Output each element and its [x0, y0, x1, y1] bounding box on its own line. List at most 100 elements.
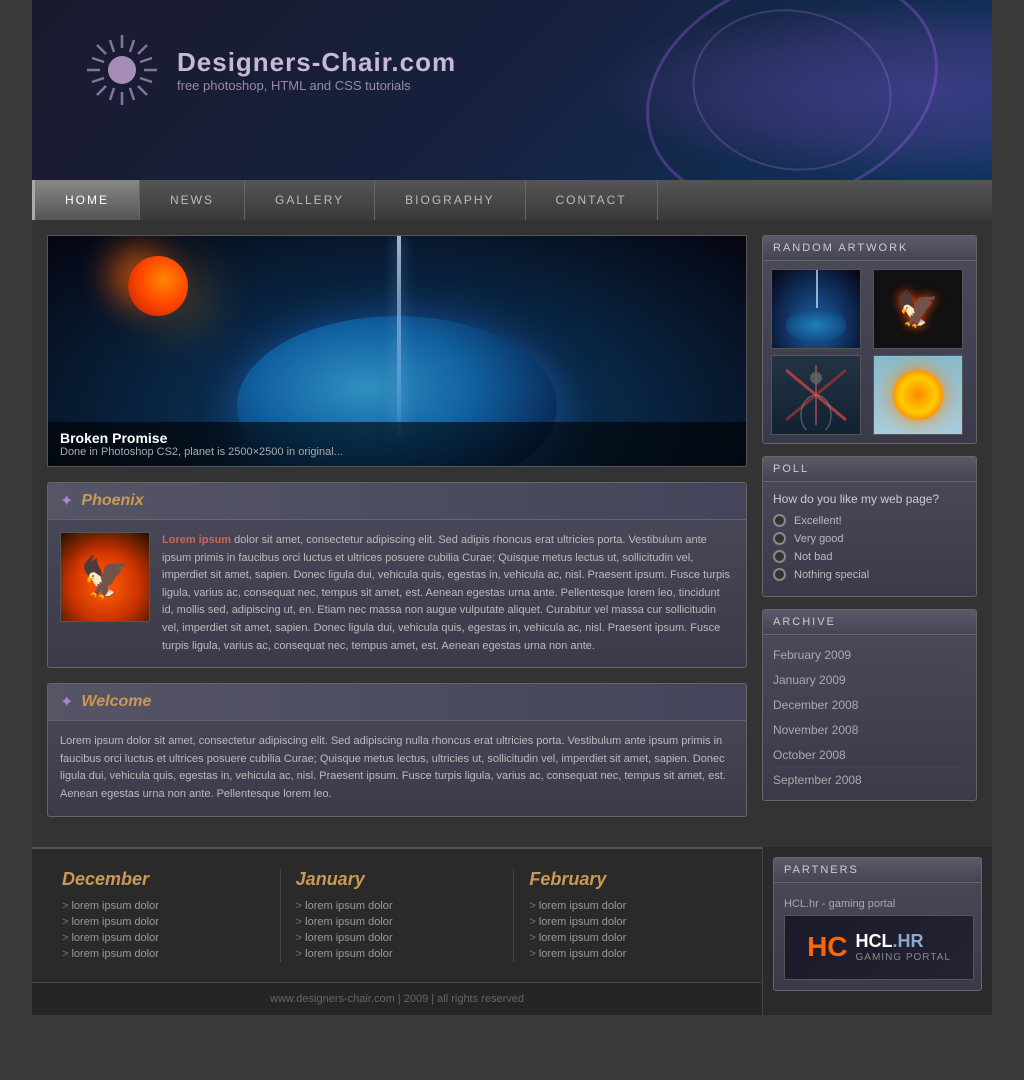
poll-label-3: Not bad [794, 551, 833, 563]
art3-graphic [776, 360, 856, 430]
post-welcome-body-text: dolor sit amet, consectetur adipiscing e… [60, 735, 726, 800]
nav-gallery[interactable]: GALLERY [245, 180, 375, 220]
archive-item-3[interactable]: November 2008 [773, 718, 966, 743]
phoenix-icon: 🦅 [80, 554, 130, 601]
site-title: Designers-Chair.com [177, 47, 456, 78]
poll-label-4: Nothing special [794, 569, 869, 581]
poll-option-2[interactable]: Very good [773, 532, 966, 545]
hcl-logo-icon: HC [807, 931, 847, 963]
poll-question: How do you like my web page? [773, 492, 966, 506]
poll-radio-1[interactable] [773, 514, 786, 527]
footer-col-january-title: January [296, 869, 499, 890]
footer-jan-link-3[interactable]: lorem ipsum dolor [296, 930, 499, 946]
footer-col-december-title: December [62, 869, 265, 890]
header-text: Designers-Chair.com free photoshop, HTML… [177, 47, 456, 93]
footer-jan-link-2[interactable]: lorem ipsum dolor [296, 914, 499, 930]
nav-contact[interactable]: CONTACT [526, 180, 658, 220]
hcl-brand: HCL.HR [856, 931, 951, 952]
archive-item-5[interactable]: September 2008 [773, 768, 966, 792]
post-welcome: ✦ Welcome Lorem ipsum dolor sit amet, co… [47, 683, 747, 816]
post-phoenix-content: 🦅 Lorem ipsum dolor sit amet, consectetu… [48, 520, 746, 667]
copyright-text: www.designers-chair.com | 2009 | all rig… [270, 993, 524, 1005]
archive-item-4[interactable]: October 2008 [773, 743, 966, 768]
post-phoenix-title: Phoenix [81, 492, 143, 510]
poll-title: POLL [763, 457, 976, 482]
partners-content: HCL.hr - gaming portal HC HCL.HR GAMING … [774, 888, 981, 990]
hcl-banner[interactable]: HC HCL.HR GAMING PORTAL [784, 915, 974, 980]
archive-box: ARCHIVE February 2009 January 2009 Decem… [762, 609, 977, 801]
featured-image: Broken Promise Done in Photoshop CS2, pl… [47, 235, 747, 467]
footer-jan-link-4[interactable]: lorem ipsum dolor [296, 946, 499, 962]
poll-option-1[interactable]: Excellent! [773, 514, 966, 527]
featured-title: Broken Promise [60, 430, 734, 446]
header-logo: Designers-Chair.com free photoshop, HTML… [82, 30, 456, 110]
archive-item-2[interactable]: December 2008 [773, 693, 966, 718]
nav-biography[interactable]: BIOGRAPHY [375, 180, 525, 220]
hcl-part2: .HR [893, 931, 924, 951]
post-phoenix-header: ✦ Phoenix [48, 483, 746, 520]
header: Designers-Chair.com free photoshop, HTML… [32, 0, 992, 180]
archive-title: ARCHIVE [763, 610, 976, 635]
footer-dec-link-3[interactable]: lorem ipsum dolor [62, 930, 265, 946]
artwork-grid: 🦅 [763, 261, 976, 443]
post-phoenix-body-text: dolor sit amet, consectetur adipiscing e… [162, 534, 730, 652]
lorem-title-1: Lorem ipsum [162, 534, 231, 546]
footer-col-february-title: February [529, 869, 732, 890]
footer-bottom: www.designers-chair.com | 2009 | all rig… [32, 982, 762, 1015]
footer-columns: December lorem ipsum dolor lorem ipsum d… [32, 847, 762, 1015]
footer-feb-link-1[interactable]: lorem ipsum dolor [529, 898, 732, 914]
nav-home[interactable]: HOME [32, 180, 140, 220]
footer-top: December lorem ipsum dolor lorem ipsum d… [32, 847, 762, 982]
featured-description: Done in Photoshop CS2, planet is 2500×25… [60, 446, 734, 458]
post-welcome-icon: ✦ [60, 692, 73, 712]
artwork-3[interactable] [771, 355, 861, 435]
random-artwork-box: RANDOM ARTWORK 🦅 [762, 235, 977, 444]
post-welcome-title: Welcome [81, 693, 151, 711]
site-subtitle: free photoshop, HTML and CSS tutorials [177, 78, 456, 93]
main-content: Broken Promise Done in Photoshop CS2, pl… [32, 220, 992, 847]
featured-caption: Broken Promise Done in Photoshop CS2, pl… [48, 422, 746, 466]
poll-option-4[interactable]: Nothing special [773, 568, 966, 581]
post-welcome-content: Lorem ipsum dolor sit amet, consectetur … [48, 721, 746, 815]
artwork-2[interactable]: 🦅 [873, 269, 963, 349]
footer-col-january: January lorem ipsum dolor lorem ipsum do… [281, 869, 515, 962]
poll-box: POLL How do you like my web page? Excell… [762, 456, 977, 597]
footer-feb-link-3[interactable]: lorem ipsum dolor [529, 930, 732, 946]
navigation: HOME NEWS GALLERY BIOGRAPHY CONTACT [32, 180, 992, 220]
lorem-title-2: Lorem ipsum [60, 735, 124, 747]
poll-label-1: Excellent! [794, 515, 842, 527]
artwork-4[interactable] [873, 355, 963, 435]
post-welcome-header: ✦ Welcome [48, 684, 746, 721]
poll-radio-2[interactable] [773, 532, 786, 545]
partners-box: PARTNERS HCL.hr - gaming portal HC HCL.H… [773, 857, 982, 991]
partners-link[interactable]: HCL.hr - gaming portal [784, 898, 971, 910]
post-phoenix-thumbnail: 🦅 [60, 532, 150, 622]
footer-row: December lorem ipsum dolor lorem ipsum d… [32, 847, 992, 1015]
poll-radio-3[interactable] [773, 550, 786, 563]
footer-col-december: December lorem ipsum dolor lorem ipsum d… [47, 869, 281, 962]
post-icon: ✦ [60, 491, 73, 511]
sun-icon [82, 30, 162, 110]
partners-title: PARTNERS [774, 858, 981, 883]
footer-dec-link-4[interactable]: lorem ipsum dolor [62, 946, 265, 962]
poll-option-3[interactable]: Not bad [773, 550, 966, 563]
footer-dec-link-1[interactable]: lorem ipsum dolor [62, 898, 265, 914]
footer-feb-link-2[interactable]: lorem ipsum dolor [529, 914, 732, 930]
nav-news[interactable]: NEWS [140, 180, 245, 220]
archive-item-0[interactable]: February 2009 [773, 643, 966, 668]
footer-feb-link-4[interactable]: lorem ipsum dolor [529, 946, 732, 962]
hcl-subtext: GAMING PORTAL [856, 952, 951, 963]
post-phoenix-body: Lorem ipsum dolor sit amet, consectetur … [162, 532, 734, 655]
archive-item-1[interactable]: January 2009 [773, 668, 966, 693]
poll-content: How do you like my web page? Excellent! … [763, 482, 976, 596]
hcl-text-block: HCL.HR GAMING PORTAL [856, 931, 951, 963]
footer-dec-link-2[interactable]: lorem ipsum dolor [62, 914, 265, 930]
beam-graphic [397, 236, 401, 436]
post-welcome-body: Lorem ipsum dolor sit amet, consectetur … [60, 733, 734, 803]
footer-col-february: February lorem ipsum dolor lorem ipsum d… [514, 869, 747, 962]
poll-label-2: Very good [794, 533, 844, 545]
artwork-1[interactable] [771, 269, 861, 349]
footer-jan-link-1[interactable]: lorem ipsum dolor [296, 898, 499, 914]
sidebar: RANDOM ARTWORK 🦅 [762, 235, 977, 832]
poll-radio-4[interactable] [773, 568, 786, 581]
